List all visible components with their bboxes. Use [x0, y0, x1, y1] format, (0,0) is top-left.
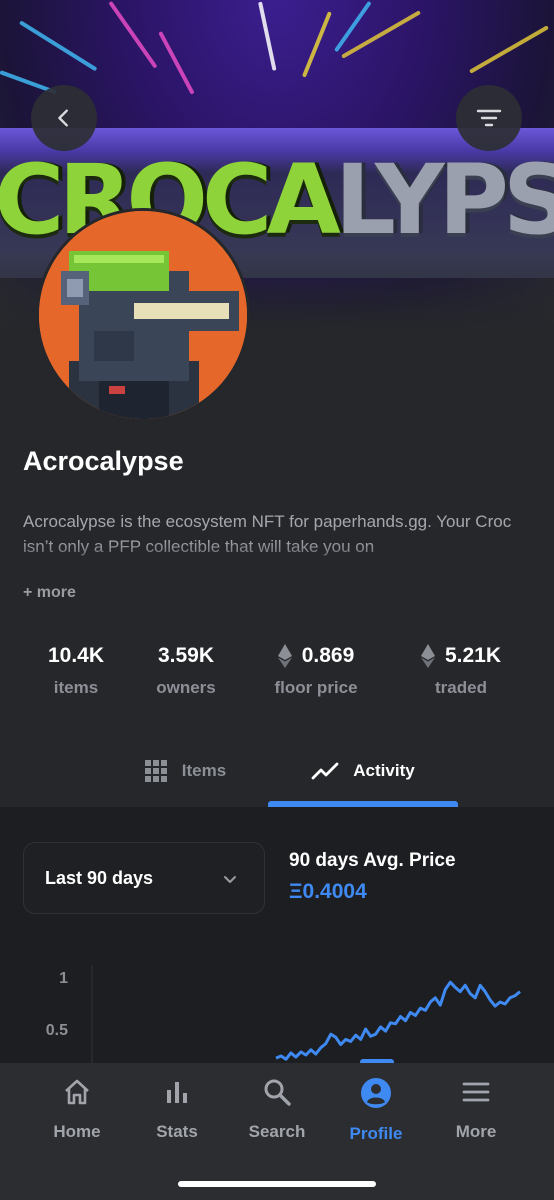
price-series-line [275, 980, 521, 1061]
y-tick-label: 1 [59, 970, 68, 987]
nav-stats[interactable]: Stats [127, 1077, 227, 1142]
grid-icon [144, 760, 167, 782]
collection-avatar [36, 208, 250, 422]
range-select[interactable]: Last 90 days [23, 842, 265, 914]
stat-traded: 5.21K traded [406, 642, 516, 698]
menu-icon [462, 1082, 490, 1102]
profile-icon [361, 1078, 391, 1108]
bottom-nav: Home Stats Search Profile More [0, 1063, 554, 1200]
trend-icon [311, 762, 339, 780]
more-link[interactable]: + more [23, 584, 76, 602]
nav-more[interactable]: More [426, 1077, 526, 1142]
nav-profile[interactable]: Profile [326, 1077, 426, 1144]
nav-home[interactable]: Home [27, 1077, 127, 1142]
collection-title: Acrocalypse [23, 446, 184, 476]
avg-price-value: Ξ0.4004 [289, 880, 367, 903]
chevron-left-icon [58, 109, 68, 127]
y-tick-label: 0.5 [46, 1022, 68, 1039]
range-select-value: Last 90 days [45, 867, 154, 888]
stat-items: 10.4K items [47, 644, 105, 697]
eth-icon [277, 644, 292, 668]
collection-tabs: Items Activity [0, 740, 554, 808]
home-icon [65, 1079, 89, 1105]
stat-floor-price: 0.869 floor price [274, 644, 358, 697]
filter-icon [476, 109, 502, 127]
chevron-down-icon [224, 876, 236, 883]
nav-search[interactable]: Search [227, 1077, 327, 1142]
bar-chart-icon [167, 1082, 187, 1103]
home-indicator [178, 1181, 376, 1187]
search-icon [264, 1079, 291, 1106]
avg-price-label: 90 days Avg. Price [289, 850, 456, 871]
eth-icon [420, 644, 435, 668]
back-button[interactable] [31, 85, 97, 151]
tab-activity[interactable]: Activity [280, 740, 446, 802]
collection-stats: 10.4K items 3.59K owners 0.869 floor pri… [0, 642, 554, 704]
tab-items[interactable]: Items [110, 740, 260, 802]
stat-owners: 3.59K owners [156, 644, 216, 697]
price-chart: 10.5 [46, 965, 521, 1063]
filter-button[interactable] [456, 85, 522, 151]
